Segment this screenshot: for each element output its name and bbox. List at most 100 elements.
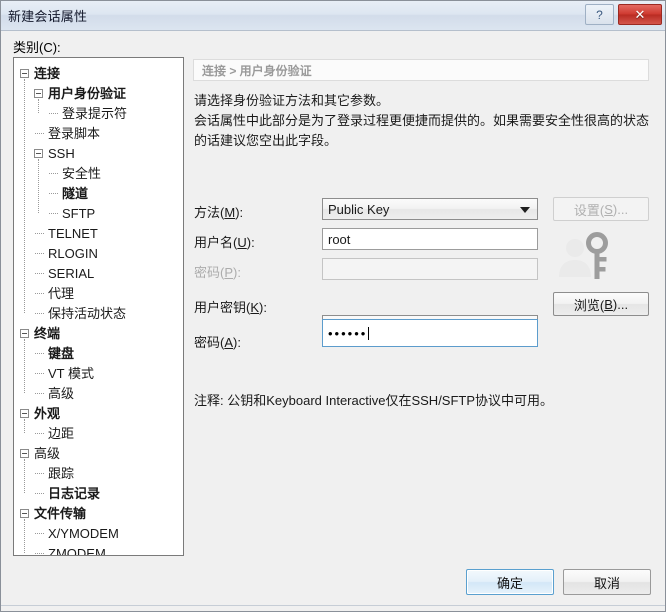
tree-connector	[35, 553, 44, 554]
tree-item-RLOGIN[interactable]: RLOGIN	[14, 243, 183, 264]
tree-connector	[35, 493, 44, 494]
tree-item-登录提示符[interactable]: 登录提示符	[14, 103, 183, 124]
tree-item-label: 文件传输	[34, 506, 87, 521]
tree-toggle-minus-icon[interactable]	[20, 69, 29, 78]
title-bar[interactable]: 新建会话属性 ? ✕	[1, 1, 665, 31]
tree-toggle-minus-icon[interactable]	[34, 89, 43, 98]
user-key-icon	[553, 231, 619, 287]
tree-item-边距[interactable]: 边距	[14, 423, 183, 444]
tree-connector	[49, 213, 58, 214]
tree-toggle-minus-icon[interactable]	[20, 509, 29, 518]
settings-button: 设置(S)...	[553, 197, 649, 221]
window-title: 新建会话属性	[8, 9, 88, 24]
tree-item-外观[interactable]: 外观	[14, 403, 183, 424]
tree-item-登录脚本[interactable]: 登录脚本	[14, 123, 183, 144]
tree-item-用户身份验证[interactable]: 用户身份验证	[14, 83, 183, 104]
tree-item-label: TELNET	[48, 226, 98, 241]
tree-item-label: 高级	[34, 446, 61, 461]
tree-item-日志记录[interactable]: 日志记录	[14, 483, 183, 504]
footer-separator	[1, 605, 665, 606]
session-properties-dialog: 新建会话属性 ? ✕ 类别(C): 连接用户身份验证登录提示符登录脚本 SSH 安全…	[0, 0, 666, 612]
tree-connector	[49, 173, 58, 174]
tree-item-X/YMODEM[interactable]: X/YMODEM	[14, 523, 183, 544]
tree-item-label: 外观	[34, 406, 61, 421]
passphrase-label: 密码(A):	[194, 335, 241, 350]
ok-button[interactable]: 确定	[466, 569, 554, 595]
tree-item-终端[interactable]: 终端	[14, 323, 183, 344]
tree-connector	[35, 353, 44, 354]
tree-connector	[24, 459, 25, 493]
description-line-2: 会话属性中此部分是为了登录过程更便捷而提供的。如果需要安全性很高的状态的话建议您…	[194, 113, 650, 148]
password-label: 密码(P):	[194, 265, 241, 280]
tree-item-文件传输[interactable]: 文件传输	[14, 503, 183, 524]
tree-item-label: 登录脚本	[48, 126, 101, 141]
tree-toggle-minus-icon[interactable]	[20, 329, 29, 338]
help-icon[interactable]: ?	[585, 4, 614, 25]
tree-item-label: 保持活动状态	[48, 306, 127, 321]
tree-item-label: 边距	[48, 426, 75, 441]
tree-connector	[35, 273, 44, 274]
tree-connector	[38, 159, 39, 213]
tree-item-保持活动状态[interactable]: 保持活动状态	[14, 303, 183, 324]
tree-toggle-minus-icon[interactable]	[20, 409, 29, 418]
tree-item-高级[interactable]: 高级	[14, 383, 183, 404]
tree-connector	[24, 79, 25, 313]
tree-item-label: 代理	[48, 286, 75, 301]
tree-item-label: 安全性	[62, 166, 102, 181]
tree-connector	[35, 133, 44, 134]
tree-connector	[35, 293, 44, 294]
tree-item-跟踪[interactable]: 跟踪	[14, 463, 183, 484]
cancel-button[interactable]: 取消	[563, 569, 651, 595]
tree-item-TELNET[interactable]: TELNET	[14, 223, 183, 244]
tree-item-连接[interactable]: 连接	[14, 63, 183, 84]
tree-item-键盘[interactable]: 键盘	[14, 343, 183, 364]
category-tree[interactable]: 连接用户身份验证登录提示符登录脚本 SSH 安全性隧道 SFTP TELNET RLOGI…	[13, 57, 184, 556]
tree-item-label: ZMODEM	[48, 546, 106, 556]
tree-connector	[49, 113, 58, 114]
tree-connector	[35, 533, 44, 534]
tree-connector	[49, 193, 58, 194]
username-input[interactable]: root	[322, 228, 538, 250]
tree-connector	[35, 313, 44, 314]
description-line-1: 请选择身份验证方法和其它参数。	[194, 93, 390, 108]
tree-item-隧道[interactable]: 隧道	[14, 183, 183, 204]
tree-item-label: 日志记录	[48, 486, 101, 501]
tree-item-label: SSH	[48, 146, 75, 161]
password-input	[322, 258, 538, 280]
tree-item-label: 高级	[48, 386, 75, 401]
tree-toggle-minus-icon[interactable]	[34, 149, 43, 158]
tree-connector	[35, 393, 44, 394]
tree-item-label: 用户身份验证	[48, 86, 127, 101]
tree-item-label: 键盘	[48, 346, 75, 361]
footer-buttons: 确定 取消	[466, 569, 651, 595]
tree-connector	[35, 373, 44, 374]
tree-toggle-minus-icon[interactable]	[20, 449, 29, 458]
close-icon[interactable]: ✕	[618, 4, 662, 25]
note-text: 注释: 公钥和Keyboard Interactive仅在SSH/SFTP协议中…	[194, 393, 554, 408]
tree-item-label: 隧道	[62, 186, 89, 201]
tree-item-VT-模式[interactable]: VT 模式	[14, 363, 183, 384]
tree-item-SFTP[interactable]: SFTP	[14, 203, 183, 224]
tree-item-label: X/YMODEM	[48, 526, 119, 541]
tree-item-ZMODEM[interactable]: ZMODEM	[14, 543, 183, 556]
tree-item-label: RLOGIN	[48, 246, 98, 261]
window-controls: ? ✕	[585, 4, 662, 25]
chevron-down-icon	[520, 207, 530, 213]
category-label: 类别(C):	[13, 40, 61, 55]
breadcrumb: 连接 > 用户身份验证	[193, 59, 649, 81]
tree-item-高级[interactable]: 高级	[14, 443, 183, 464]
passphrase-input[interactable]: ••••••	[322, 319, 538, 347]
tree-connector	[35, 433, 44, 434]
tree-item-label: SFTP	[62, 206, 96, 221]
tree-item-SSH[interactable]: SSH	[14, 143, 183, 164]
passphrase-value: ••••••	[328, 325, 368, 341]
browse-button[interactable]: 浏览(B)...	[553, 292, 649, 316]
tree-item-label: 登录提示符	[62, 106, 128, 121]
tree-connector	[38, 99, 39, 113]
method-combobox[interactable]: Public Key	[322, 198, 538, 220]
tree-item-SERIAL[interactable]: SERIAL	[14, 263, 183, 284]
tree-item-代理[interactable]: 代理	[14, 283, 183, 304]
tree-connector	[24, 419, 25, 433]
tree-item-安全性[interactable]: 安全性	[14, 163, 183, 184]
tree-connector	[35, 233, 44, 234]
